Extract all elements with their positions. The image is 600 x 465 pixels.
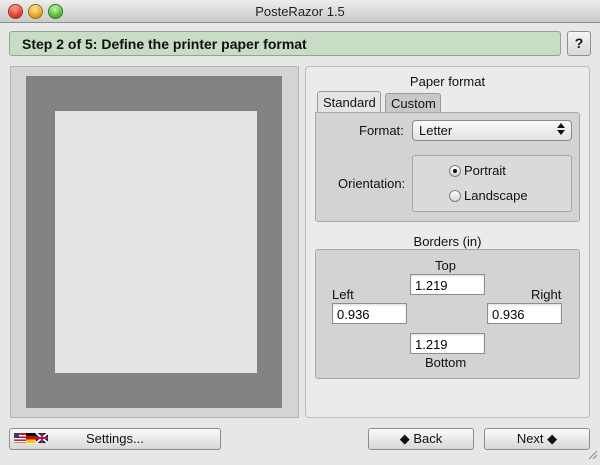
next-button[interactable]: Next ◆ <box>484 428 590 450</box>
paper-preview-panel <box>10 66 299 418</box>
border-right-label: Right <box>531 287 562 302</box>
border-right-input[interactable] <box>487 303 562 324</box>
format-select[interactable]: Letter <box>412 120 572 141</box>
tab-standard-label: Standard <box>323 95 376 110</box>
tab-custom-label: Custom <box>391 96 436 111</box>
settings-button-label: Settings... <box>86 431 144 446</box>
border-bottom-label: Bottom <box>425 355 467 370</box>
standard-tab-content: Format: Letter Orientation: Portrait Lan… <box>315 112 580 222</box>
border-top-label: Top <box>435 258 456 273</box>
border-left-input[interactable] <box>332 303 407 324</box>
orientation-group: Portrait Landscape <box>412 155 572 212</box>
borders-heading: Borders (in) <box>413 234 482 249</box>
help-button[interactable]: ? <box>567 31 591 56</box>
window-title: PosteRazor 1.5 <box>255 4 345 19</box>
back-button-label: Back <box>413 431 443 446</box>
settings-panel: Paper format Standard Custom Format: Let… <box>305 66 590 418</box>
settings-button[interactable]: Settings... <box>9 428 221 450</box>
portrait-radio[interactable] <box>449 165 461 177</box>
border-bottom-input[interactable] <box>410 333 485 354</box>
landscape-label[interactable]: Landscape <box>464 188 528 203</box>
landscape-radio[interactable] <box>449 190 461 202</box>
tab-standard[interactable]: Standard <box>317 91 381 112</box>
window-titlebar: PosteRazor 1.5 <box>0 0 600 23</box>
next-button-label: Next <box>516 431 544 446</box>
step-title: Step 2 of 5: Define the printer paper fo… <box>22 36 307 52</box>
arrow-left-icon: ◆ <box>399 431 410 446</box>
tab-custom[interactable]: Custom <box>385 93 441 112</box>
paper-printable-area <box>55 111 257 373</box>
language-flags-icon <box>14 432 50 446</box>
paper-format-heading: Paper format <box>409 74 486 89</box>
paper-preview-sheet <box>26 76 282 408</box>
border-left-label: Left <box>332 287 354 302</box>
border-top-input[interactable] <box>410 274 485 295</box>
borders-group: Top Left Right Bottom <box>315 249 580 379</box>
format-select-value: Letter <box>419 123 453 138</box>
select-updown-arrows-icon <box>556 122 566 137</box>
format-label: Format: <box>359 123 404 138</box>
back-button[interactable]: ◆ Back <box>368 428 474 450</box>
arrow-right-icon: ◆ <box>547 431 558 446</box>
portrait-label[interactable]: Portrait <box>464 163 506 178</box>
step-banner: Step 2 of 5: Define the printer paper fo… <box>9 31 561 56</box>
orientation-label: Orientation: <box>338 176 406 191</box>
window-resize-grip-icon[interactable] <box>586 447 598 460</box>
